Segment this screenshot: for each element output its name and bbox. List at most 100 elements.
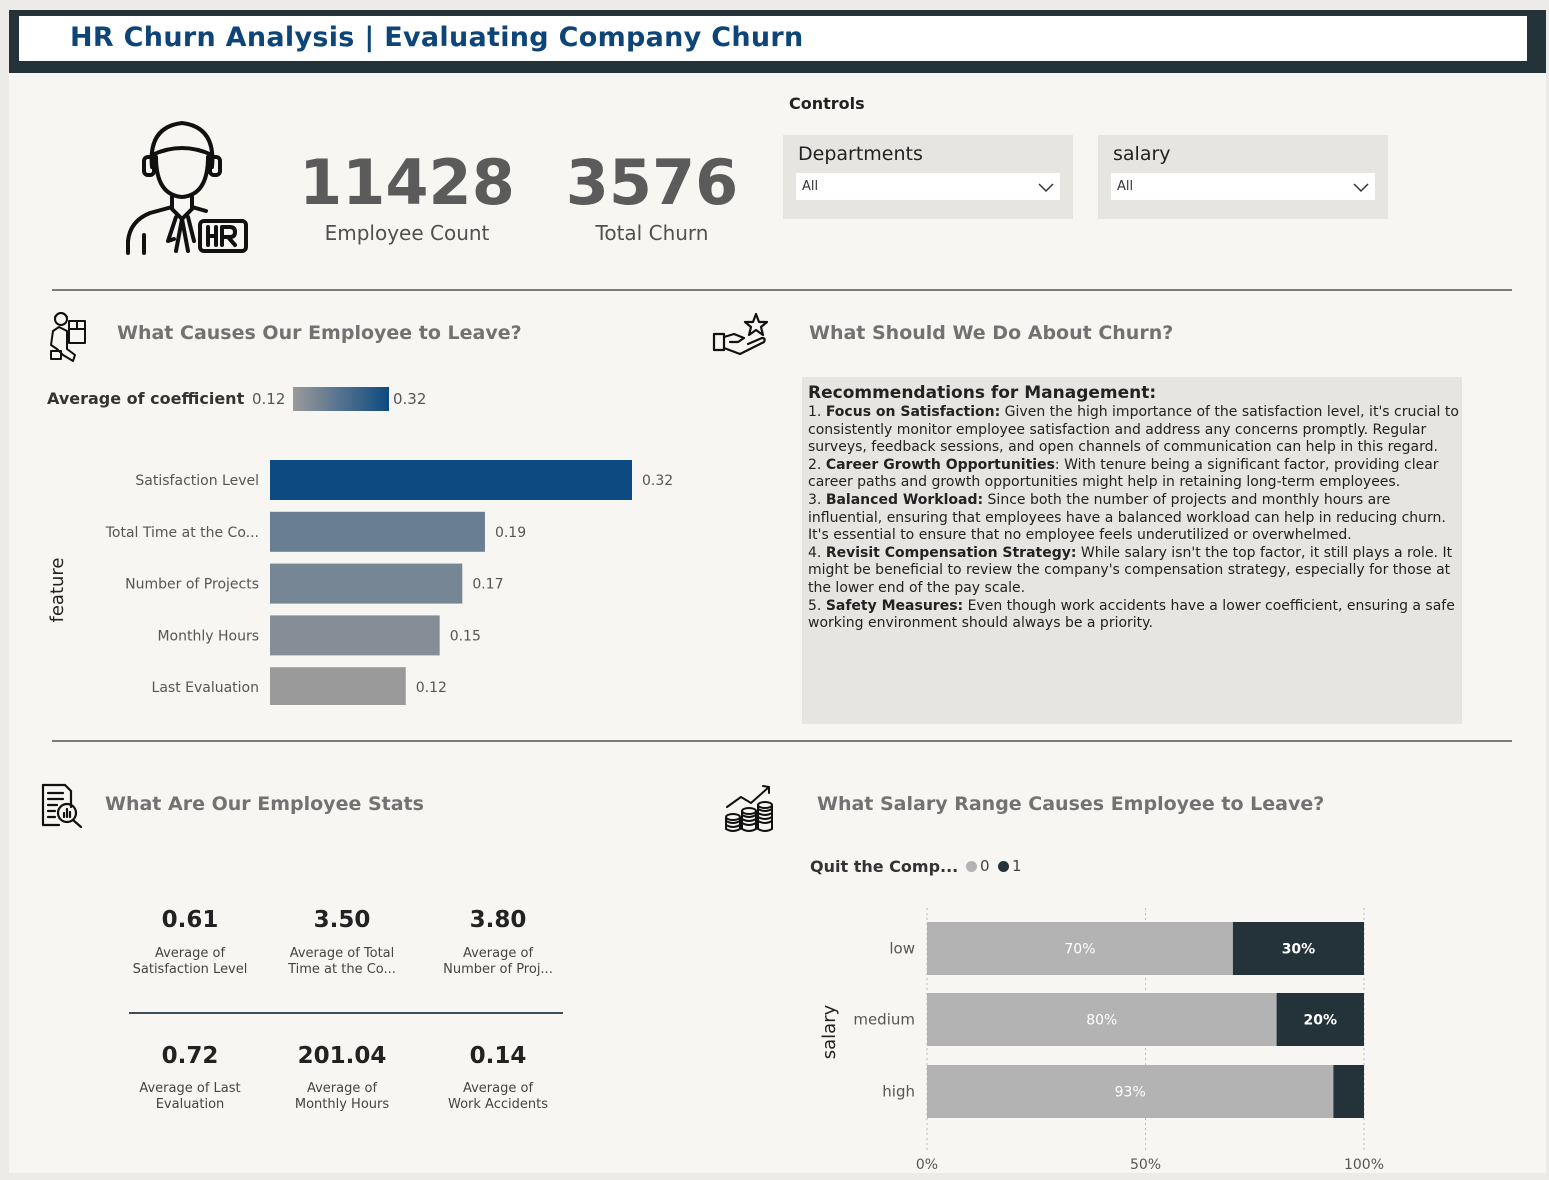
salary-bar-data-label: 70% <box>1064 942 1095 958</box>
recommendations-heading: Recommendations for Management: <box>808 383 1157 403</box>
stat-label-line: Average of <box>462 1081 534 1096</box>
stat-label-line: Average of Total <box>289 946 395 961</box>
coefficient-data-label: 0.32 <box>642 473 673 489</box>
x-tick-label: 100% <box>1344 1157 1384 1173</box>
recommendation-item: 2. Career Growth Opportunities: With ten… <box>808 457 1460 492</box>
salary-bar-data-label: 20% <box>1304 1013 1338 1029</box>
recommendation-title: Career Growth Opportunities <box>825 456 1055 473</box>
coefficient-bar[interactable] <box>270 460 632 500</box>
salary-bar-segment-1[interactable] <box>1333 1065 1364 1118</box>
recommendation-item: 5. Safety Measures: Even though work acc… <box>808 598 1460 633</box>
stat-label: Average of Last Evaluation <box>110 1081 270 1113</box>
page-title: HR Churn Analysis | Evaluating Company C… <box>70 22 804 53</box>
stat-label-line: Evaluation <box>155 1097 225 1112</box>
legend-swatch-0 <box>966 861 977 872</box>
chevron-down-icon <box>1038 179 1054 198</box>
salary-dropdown[interactable]: All <box>1111 173 1375 200</box>
legend-label-0: 0 <box>980 857 990 875</box>
recommendation-item: 4. Revisit Compensation Strategy: While … <box>808 545 1460 598</box>
stat-label: Average of Monthly Hours <box>262 1081 422 1113</box>
title-bar: HR Churn Analysis | Evaluating Company C… <box>9 10 1546 73</box>
recommendation-number: 1. <box>808 404 826 420</box>
section-divider <box>52 740 1512 742</box>
coefficient-data-label: 0.17 <box>472 577 503 593</box>
recommendation-number: 4. <box>808 544 826 561</box>
total-churn-value: 3576 <box>565 146 739 219</box>
section-divider <box>52 289 1512 291</box>
stat-label: Average of Satisfaction Level <box>110 946 270 978</box>
stat-label-line: Work Accidents <box>448 1097 548 1112</box>
coefficient-bar[interactable] <box>270 667 406 708</box>
coefficient-gradient-legend <box>293 387 389 411</box>
stat-label: Average of Total Time at the Co... <box>262 946 422 978</box>
recommendation-title: Focus on Satisfaction: <box>825 404 1001 420</box>
stat-label-line: Number of Proj... <box>443 962 553 977</box>
stat-label-line: Monthly Hours <box>294 1097 390 1112</box>
salary-category-label: low <box>889 940 915 958</box>
stat-label-line: Average of <box>462 946 534 961</box>
hand-star-icon <box>712 312 772 358</box>
coefficient-data-label: 0.12 <box>416 680 447 696</box>
stat-value: 201.04 <box>297 1043 387 1069</box>
employee-count-label: Employee Count <box>324 221 490 245</box>
stat-value: 3.50 <box>313 907 371 933</box>
recommendation-number: 3. <box>808 491 826 508</box>
stat-label: Average of Work Accidents <box>418 1081 578 1113</box>
salary-dropdown-value: All <box>1117 179 1134 194</box>
legend-swatch-1 <box>998 861 1009 872</box>
coins-growth-icon <box>723 783 775 833</box>
salary-slicer-title: salary <box>1113 143 1171 165</box>
departments-dropdown-value: All <box>802 179 819 194</box>
coefficient-category-label: Last Evaluation <box>152 680 259 696</box>
salary-section-title: What Salary Range Causes Employee to Lea… <box>817 793 1325 815</box>
dashboard-canvas: HR Churn Analysis | Evaluating Company C… <box>9 10 1546 1173</box>
recommendations-section-title: What Should We Do About Churn? <box>809 322 1174 344</box>
recommendations-box: Recommendations for Management: 1. Focus… <box>802 377 1462 724</box>
recommendation-title: Revisit Compensation Strategy: <box>825 544 1077 561</box>
stat-value: 0.72 <box>161 1043 219 1069</box>
coefficient-legend-min: 0.12 <box>252 390 286 408</box>
coefficient-bar[interactable] <box>270 511 485 552</box>
legend-label-1: 1 <box>1012 857 1022 875</box>
stat-label-line: Average of <box>154 946 226 961</box>
document-search-icon <box>39 783 85 829</box>
coefficient-data-label: 0.19 <box>495 525 526 541</box>
salary-bar-data-label: 93% <box>1115 1085 1146 1101</box>
coefficient-bar[interactable] <box>270 615 440 656</box>
salary-axis-label: salary <box>819 1004 840 1059</box>
stat-value: 0.61 <box>161 907 219 933</box>
recommendation-item: 1. Focus on Satisfaction: Given the high… <box>808 404 1460 457</box>
recommendation-title: Balanced Workload: <box>825 491 984 508</box>
salary-category-label: medium <box>853 1011 915 1029</box>
coefficient-legend-label: Average of coefficient <box>47 389 245 408</box>
coefficient-category-label: Total Time at the Co... <box>105 525 259 541</box>
recommendation-number: 2. <box>808 456 826 473</box>
coefficient-category-label: Number of Projects <box>125 577 259 593</box>
feature-axis-title: feature <box>41 558 71 640</box>
coefficient-bar-chart: Satisfaction Level 0.32 Total Time at the … <box>69 445 709 708</box>
stats-divider <box>129 1012 563 1014</box>
recommendation-number: 5. <box>808 597 826 614</box>
recommendations-list: 1. Focus on Satisfaction: Given the high… <box>808 404 1460 633</box>
controls-title: Controls <box>789 94 865 113</box>
salary-stacked-bar-chart: 0% 50% 100% salary 70% 30% low 80% 20% medium 93% h… <box>799 890 1399 1173</box>
salary-category-label: high <box>882 1083 915 1101</box>
hr-person-icon <box>122 117 248 255</box>
stat-value: 3.80 <box>469 907 527 933</box>
x-tick-label: 50% <box>1130 1157 1161 1173</box>
chevron-down-icon <box>1353 179 1369 198</box>
departments-dropdown[interactable]: All <box>796 173 1060 200</box>
employee-count-value: 11428 <box>299 146 515 219</box>
stat-label-line: Average of Last <box>139 1081 241 1096</box>
departments-slicer: Departments All <box>783 135 1073 219</box>
departments-slicer-title: Departments <box>798 143 923 165</box>
stat-value: 0.14 <box>469 1043 527 1069</box>
feature-axis-label: feature <box>47 558 68 623</box>
recommendation-title: Safety Measures: <box>825 597 964 614</box>
stat-label-line: Average of <box>306 1081 378 1096</box>
coefficient-category-label: Monthly Hours <box>157 628 259 644</box>
title-box: HR Churn Analysis | Evaluating Company C… <box>19 16 1527 61</box>
salary-slicer: salary All <box>1098 135 1388 219</box>
coefficient-bar[interactable] <box>270 563 463 604</box>
salary-legend-title: Quit the Comp... <box>810 857 959 876</box>
